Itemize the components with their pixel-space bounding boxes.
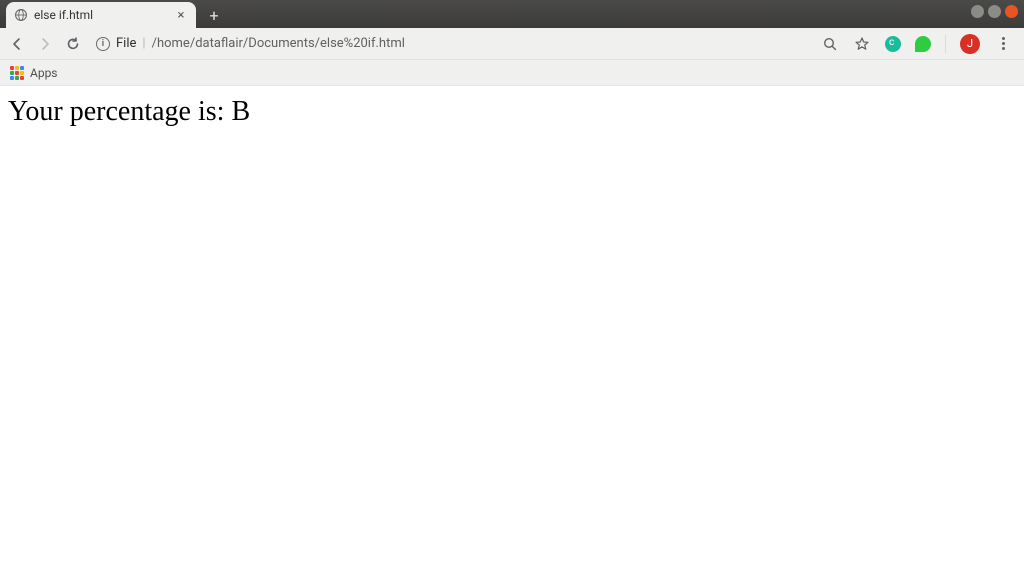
page-content: Your percentage is: B [0, 86, 1024, 138]
profile-avatar[interactable]: J [960, 34, 980, 54]
tab-close-icon[interactable]: × [174, 8, 188, 22]
apps-icon[interactable] [10, 66, 24, 80]
extension-saver-icon[interactable] [915, 36, 931, 52]
browser-toolbar: i File | /home/dataflair/Documents/else%… [0, 28, 1024, 60]
address-bar[interactable]: i File | /home/dataflair/Documents/else%… [92, 36, 811, 51]
menu-icon[interactable] [994, 35, 1012, 53]
apps-label[interactable]: Apps [30, 66, 58, 80]
extension-grammarly-icon[interactable] [885, 36, 901, 52]
reload-button[interactable] [64, 35, 82, 53]
toolbar-divider [945, 35, 946, 53]
tab-title: else if.html [34, 8, 168, 22]
zoom-icon[interactable] [821, 35, 839, 53]
window-close-icon[interactable] [1005, 5, 1018, 18]
new-tab-button[interactable]: + [202, 3, 226, 27]
window-controls [971, 5, 1018, 18]
forward-button[interactable] [36, 35, 54, 53]
toolbar-right: J [821, 34, 1016, 54]
url-path: /home/dataflair/Documents/else%20if.html [152, 36, 405, 51]
page-heading: Your percentage is: B [8, 96, 1016, 128]
browser-tab[interactable]: else if.html × [6, 2, 196, 28]
star-icon[interactable] [853, 35, 871, 53]
bookmarks-bar: Apps [0, 60, 1024, 86]
info-icon[interactable]: i [96, 37, 110, 51]
url-scheme-label: File [116, 36, 136, 51]
titlebar: else if.html × + [0, 0, 1024, 28]
url-separator: | [142, 36, 145, 51]
globe-icon [14, 8, 28, 22]
window-maximize-icon[interactable] [988, 5, 1001, 18]
back-button[interactable] [8, 35, 26, 53]
window-minimize-icon[interactable] [971, 5, 984, 18]
